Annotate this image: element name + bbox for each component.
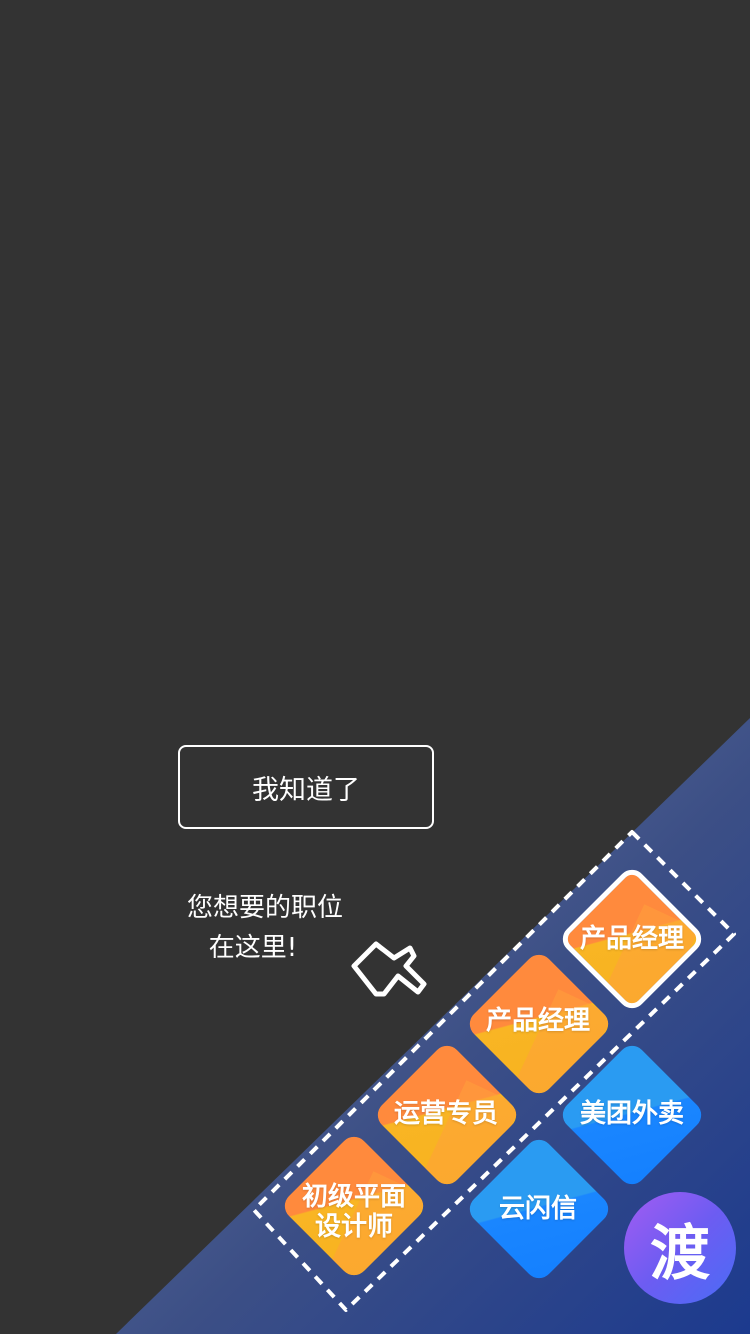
hint-line-2: 在这里!	[208, 933, 298, 963]
app-logo-button[interactable]: 渡	[624, 1192, 736, 1304]
logo-text: 渡	[650, 1218, 710, 1289]
hand-pointer-icon	[351, 941, 427, 997]
got-it-button[interactable]: 我知道了	[178, 745, 434, 829]
guide-hint-text: 您想要的职位 在这里!	[170, 888, 360, 968]
guide-overlay: 我知道了 您想要的职位 在这里! 产品经理 产品经理 运营专员 初级平面 设计师…	[0, 0, 750, 1334]
hint-line-1: 您想要的职位	[186, 893, 343, 923]
